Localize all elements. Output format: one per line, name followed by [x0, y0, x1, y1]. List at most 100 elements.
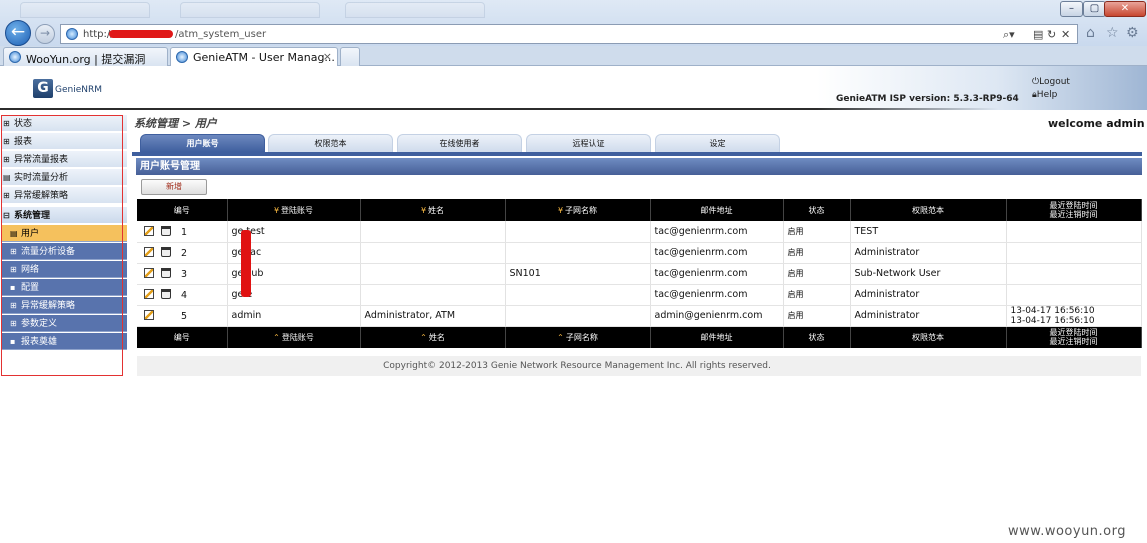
page-favicon-icon — [66, 28, 78, 40]
sidebar-item-reports[interactable]: ⊞ 报表 — [1, 133, 127, 150]
sidebar-item-realtime-analysis[interactable]: ▤ 实时流量分析 — [1, 169, 127, 186]
table-row: 3 ge sub SN101 tac@genienrm.com 启用 Sub-N… — [137, 263, 1142, 285]
sidebar-item-users[interactable]: ▤ 用户 — [1, 225, 127, 242]
subnet-cell: SN101 — [505, 263, 651, 285]
tab-online-users[interactable]: 在线使用者 — [397, 134, 522, 152]
search-icon[interactable]: ⌕▾ — [1003, 28, 1015, 42]
times-cell — [1006, 263, 1142, 285]
sidebar-item-network[interactable]: ⊞ 网络 — [1, 261, 127, 278]
col-header-subnet[interactable]: ¥ 子网名称 — [505, 199, 651, 221]
close-window-icon[interactable]: ✕ — [1104, 1, 1146, 17]
tab-favicon-icon — [9, 51, 21, 63]
template-cell: TEST — [850, 221, 1007, 243]
col-header-account[interactable]: ¥ 登陆账号 — [227, 199, 361, 221]
browser-tab-wooyun[interactable]: WooYun.org | 提交漏洞 — [3, 47, 168, 66]
col-header-name[interactable]: ¥ 姓名 — [360, 199, 506, 221]
col-footer-subnet[interactable]: ⌃ 子网名称 — [505, 326, 651, 348]
address-bar[interactable]: http:// /atm_system_user ⌕▾ ▤ ↻ ✕ — [60, 24, 1078, 44]
breadcrumb: 系统管理 > 用户 — [134, 117, 217, 130]
row-id-cell: 1 — [137, 221, 228, 243]
sort-up-icon: ⌃ — [557, 332, 564, 342]
col-footer-account[interactable]: ⌃ 登陆账号 — [227, 326, 361, 348]
gear-icon[interactable]: ⚙ — [1126, 25, 1139, 41]
status-cell: 启用 — [783, 305, 851, 327]
refresh-icon[interactable]: ↻ — [1047, 28, 1056, 41]
sidebar-item-status[interactable]: ⊞ 状态 — [1, 115, 127, 132]
maximize-icon[interactable]: ▢ — [1083, 1, 1106, 17]
sidebar-item-label: 系统管理 — [14, 211, 51, 221]
col-footer-label: 最近注销时间 — [1049, 337, 1098, 347]
template-cell: Sub-Network User — [850, 263, 1007, 285]
col-header-label: 子网名称 — [565, 205, 598, 215]
sort-down-icon: ¥ — [273, 205, 280, 215]
tab-remote-auth[interactable]: 远程认证 — [526, 134, 651, 152]
sidebar-item-mitigation-policy[interactable]: ⊞ 异常缓解策略 — [1, 297, 127, 314]
welcome-text: welcome admin — [1048, 117, 1145, 130]
sidebar-item-report-template[interactable]: ▪ 报表奠雄 — [1, 333, 127, 350]
col-footer-name[interactable]: ⌃ 姓名 — [360, 326, 506, 348]
sidebar-item-config[interactable]: ▪ 配置 — [1, 279, 127, 296]
compat-view-icon[interactable]: ▤ — [1033, 28, 1043, 41]
name-cell — [360, 242, 506, 264]
name-cell — [360, 284, 506, 306]
status-cell: 启用 — [783, 263, 851, 285]
add-user-button[interactable]: 新增 — [141, 179, 207, 195]
home-icon[interactable]: ⌂ — [1086, 25, 1095, 41]
subnet-cell — [505, 284, 651, 306]
login-time: 13-04-17 16:56:10 — [1010, 305, 1095, 316]
forward-arrow-icon[interactable]: → — [35, 24, 55, 44]
sort-up-icon: ⌃ — [420, 332, 427, 342]
stop-icon[interactable]: ✕ — [1061, 28, 1070, 41]
sidebar-item-label: 流量分析设备 — [21, 247, 76, 257]
sidebar-item-label: 异常流量报表 — [14, 155, 69, 165]
logout-time: 13-04-17 16:56:10 — [1010, 315, 1095, 326]
browser-tab-label: WooYun.org | 提交漏洞 — [26, 53, 146, 66]
favorites-star-icon[interactable]: ☆ — [1106, 25, 1119, 41]
trash-icon[interactable] — [161, 225, 171, 236]
col-header-id: 编号 — [137, 199, 228, 221]
sidebar-item-anomaly-reports[interactable]: ⊞ 异常流量报表 — [1, 151, 127, 168]
address-path: /atm_system_user — [175, 29, 267, 40]
col-header-template: 权限范本 — [850, 199, 1007, 221]
status-cell: 启用 — [783, 242, 851, 264]
edit-icon[interactable] — [144, 247, 154, 257]
browser-chrome: – ▢ ✕ ← → http:// /atm_system_user ⌕▾ ▤ … — [0, 0, 1147, 46]
tab-settings[interactable]: 设定 — [655, 134, 780, 152]
new-tab-button[interactable] — [340, 47, 360, 66]
times-cell — [1006, 242, 1142, 264]
logout-link[interactable]: ⏻Logout — [1032, 77, 1070, 87]
row-id-cell: 3 — [137, 263, 228, 285]
trash-icon[interactable] — [161, 247, 171, 257]
edit-icon[interactable] — [144, 310, 154, 320]
logo-icon: G — [33, 79, 53, 98]
browser-tab-genieatm[interactable]: GenieATM - User Manag... × — [170, 47, 338, 67]
tab-user-accounts[interactable]: 用户账号 — [140, 134, 265, 152]
sidebar-item-parameters[interactable]: ⊞ 参数定义 — [1, 315, 127, 332]
col-footer-id: 编号 — [137, 326, 228, 348]
template-cell: Administrator — [850, 242, 1007, 264]
sidebar-item-mitigation[interactable]: ⊞ 异常缓解策略 — [1, 187, 127, 204]
welcome-user: admin — [1106, 117, 1145, 130]
sidebar-item-analysis-devices[interactable]: ⊞ 流量分析设备 — [1, 243, 127, 260]
trash-icon[interactable] — [161, 268, 171, 278]
background-window-tab — [20, 2, 150, 18]
edit-icon[interactable] — [144, 225, 154, 236]
trash-icon[interactable] — [161, 289, 171, 299]
edit-icon[interactable] — [144, 268, 154, 278]
expand-icon: ⊞ — [3, 119, 10, 128]
table-row: 1 ge test tac@genienrm.com 启用 TEST — [137, 221, 1142, 243]
name-cell — [360, 221, 506, 243]
help-label: Help — [1036, 90, 1058, 100]
email-cell: tac@genienrm.com — [650, 221, 784, 243]
help-link[interactable]: 🔒︎Help — [1032, 90, 1057, 100]
minimize-icon[interactable]: – — [1060, 1, 1083, 17]
sidebar-item-label: 异常缓解策略 — [21, 301, 76, 311]
tab-permission-templates[interactable]: 权限范本 — [268, 134, 393, 152]
back-arrow-icon[interactable]: ← — [5, 20, 31, 46]
sidebar-item-system-admin[interactable]: ⊟ 系统管理 — [1, 207, 127, 224]
trash-icon-placeholder — [161, 310, 171, 320]
tab-close-icon[interactable]: × — [323, 50, 332, 63]
col-footer-label: 最近登陆时间 — [1049, 328, 1098, 338]
sidebar-item-label: 报表 — [14, 137, 33, 147]
edit-icon[interactable] — [144, 289, 154, 299]
